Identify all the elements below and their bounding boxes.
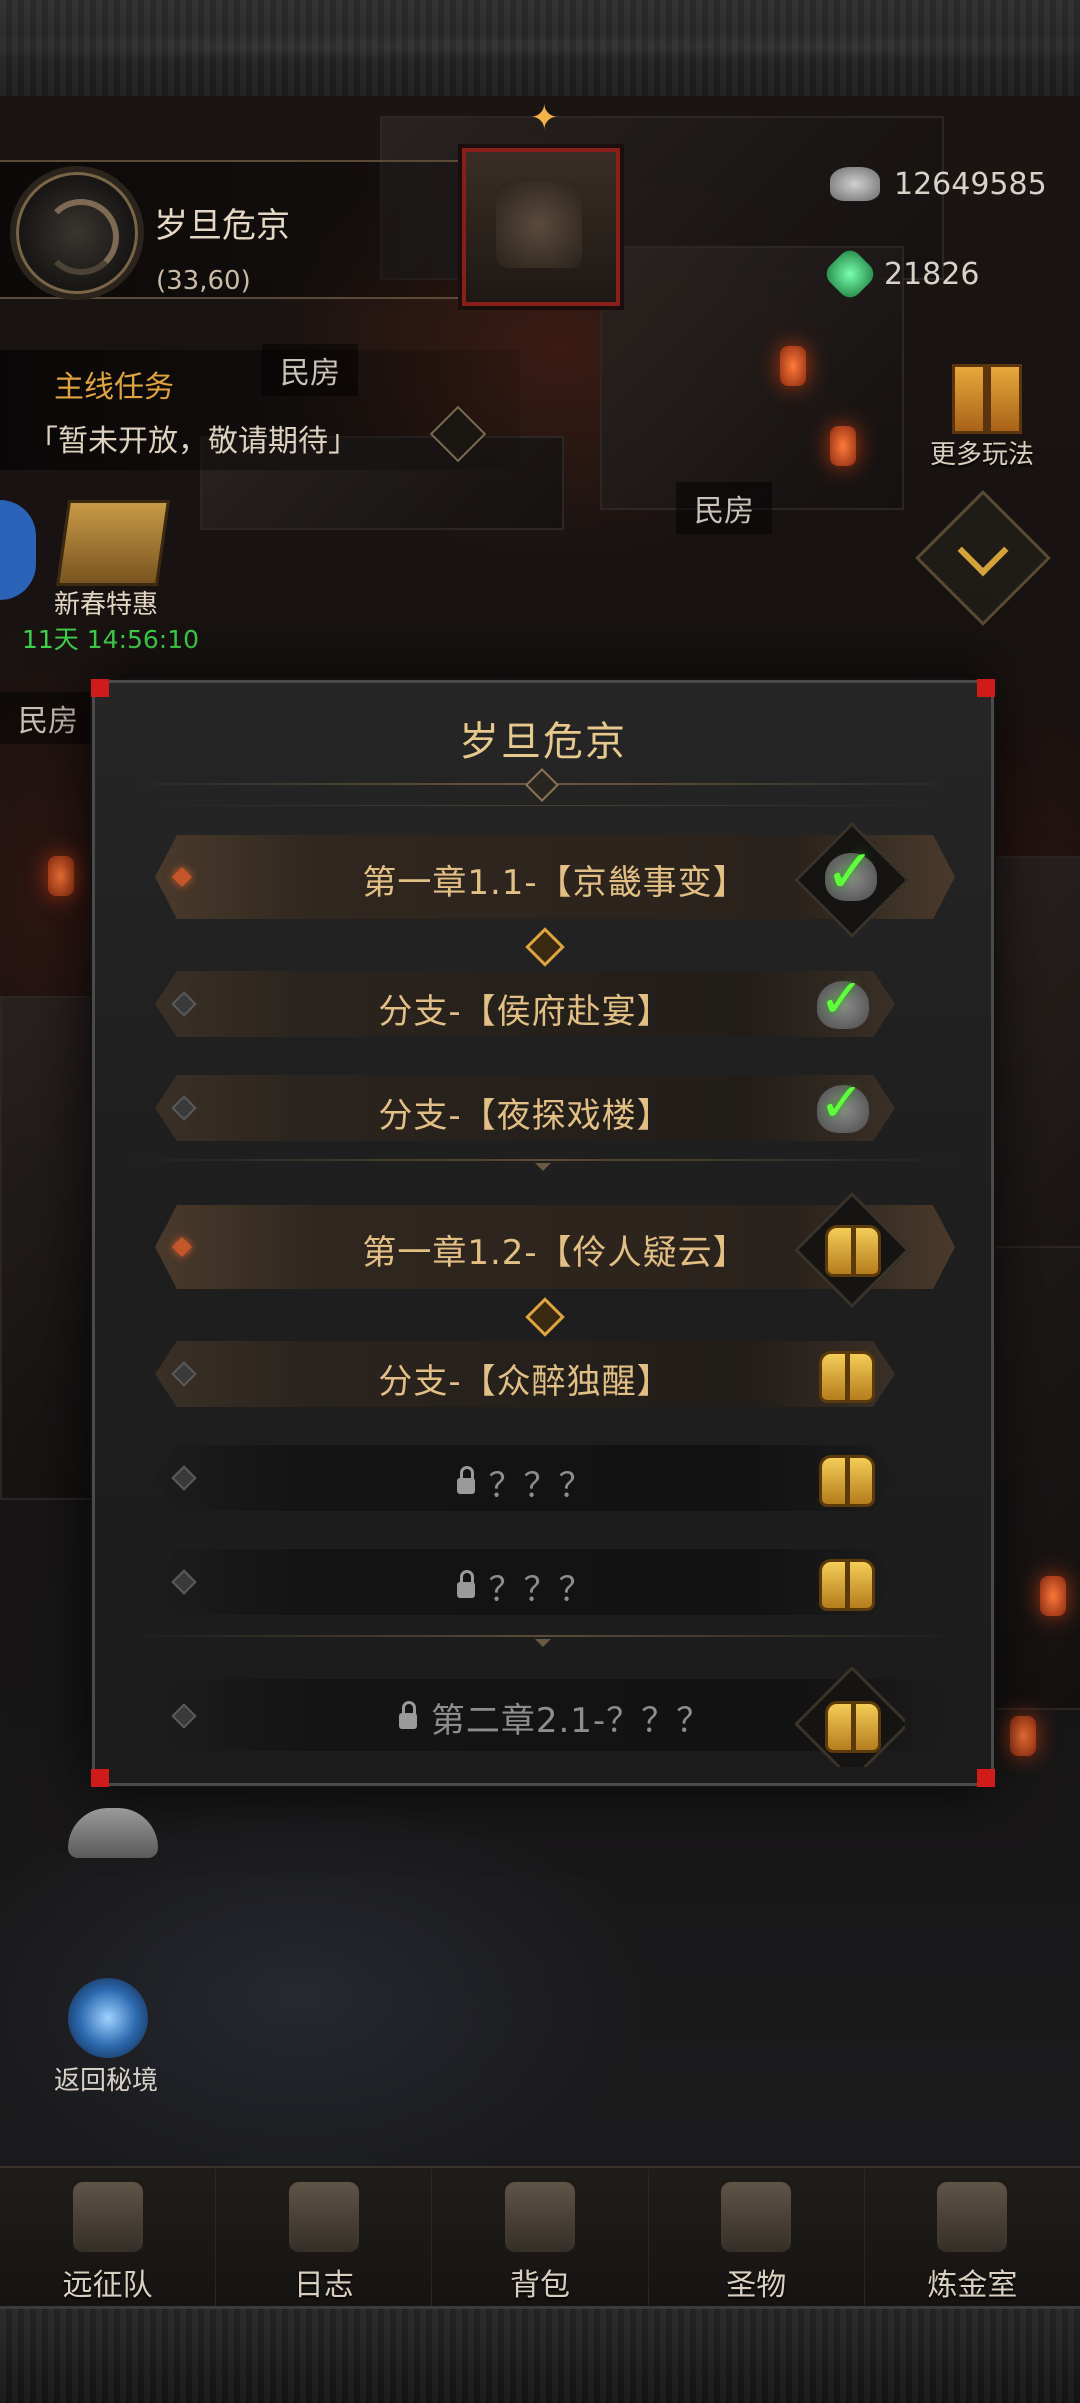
reward-chest-icon[interactable] <box>794 1192 910 1308</box>
more-gameplay-button[interactable]: 更多玩法 <box>908 358 1056 488</box>
check-icon: ✓ <box>819 967 865 1030</box>
reward-claimed-icon[interactable]: ✓ <box>803 1067 887 1151</box>
nav-backpack[interactable]: 背包 <box>432 2168 649 2308</box>
jade-amount: 21826 <box>884 256 980 292</box>
event-timer: 11天 14:56:10 <box>22 625 200 654</box>
branch-title: 分支-【侯府赴宴】 <box>378 992 672 1032</box>
reward-chest-icon[interactable] <box>805 1439 885 1519</box>
jade-gem-icon <box>821 245 879 303</box>
lock-icon <box>457 1582 475 1598</box>
silver-amount: 12649585 <box>894 166 1047 202</box>
branch-title: 分支-【众醉独醒】 <box>378 1362 672 1402</box>
branch-title: 分支-【夜探戏楼】 <box>378 1096 672 1136</box>
panel-corner <box>977 679 995 697</box>
link-gem-icon <box>525 1297 565 1337</box>
locked-entry[interactable]: ？？？ <box>155 1549 895 1615</box>
locked-entry[interactable]: ？？？ <box>155 1445 895 1511</box>
bottom-nav: 远征队 日志 背包 圣物 炼金室 <box>0 2166 1080 2308</box>
resource-jade: 21826 <box>821 245 1070 303</box>
chapter-panel: 岁旦危京 第一章1.1-【京畿事变】 ✓ 分支-【侯府赴宴】 ✓ 分支-【夜探戏… <box>91 679 995 1787</box>
nav-relics[interactable]: 圣物 <box>649 2168 865 2308</box>
branch-entry[interactable]: 分支-【侯府赴宴】 <box>155 971 895 1037</box>
nav-journal[interactable]: 日志 <box>216 2168 433 2308</box>
helmet-icon <box>72 2182 143 2252</box>
nav-label: 背包 <box>510 2268 570 2303</box>
bottom-frame <box>0 2306 1080 2403</box>
building-left <box>0 996 94 1500</box>
star-icon: ✦ <box>530 98 559 138</box>
gift-box-icon <box>952 364 1022 434</box>
nav-expedition[interactable]: 远征队 <box>0 2168 217 2308</box>
map-label-house[interactable]: 民房 <box>0 692 96 744</box>
lantern <box>48 856 74 896</box>
quest-title: 主线任务 <box>54 370 174 405</box>
lantern <box>1040 1576 1066 1616</box>
lantern <box>830 426 856 466</box>
nav-alchemy[interactable]: 炼金室 <box>865 2168 1080 2308</box>
more-gameplay-label: 更多玩法 <box>929 440 1034 470</box>
backpack-icon <box>505 2182 575 2252</box>
reward-claimed-icon[interactable]: ✓ <box>803 963 887 1047</box>
locked-title: ？？？ <box>488 1570 594 1610</box>
nav-label: 远征队 <box>62 2268 153 2303</box>
divider <box>125 1159 961 1161</box>
divider-gem-icon <box>525 768 559 802</box>
nav-label: 日志 <box>293 2268 354 2303</box>
divider <box>125 805 961 806</box>
lantern <box>1010 1716 1036 1756</box>
reward-claimed-icon[interactable]: ✓ <box>794 822 910 938</box>
branch-entry[interactable]: 分支-【众醉独醒】 <box>155 1341 895 1407</box>
quest-text: 「暂未开放，敬请期待」 <box>28 424 358 459</box>
scroll-icon <box>288 2182 359 2252</box>
alchemy-icon <box>937 2182 1008 2252</box>
nav-label: 圣物 <box>726 2268 787 2303</box>
return-realm-label[interactable]: 返回秘境 <box>54 2060 158 2097</box>
lock-icon <box>457 1478 475 1494</box>
location-emblem-icon[interactable] <box>16 172 138 294</box>
reward-chest-icon[interactable] <box>795 1667 905 1767</box>
locked-row-content: ？？？ <box>155 1458 895 1507</box>
event-name[interactable]: 新春特惠 <box>54 584 158 621</box>
map-label-house[interactable]: 民房 <box>676 482 772 534</box>
top-frame <box>0 0 1080 99</box>
locked-chapter-title: 第二章2.1-？？？ <box>430 1701 712 1741</box>
panel-corner <box>91 679 109 697</box>
hero-portrait[interactable] <box>462 148 620 306</box>
location-coords: (33,60) <box>156 266 251 296</box>
map-label-house[interactable]: 民房 <box>262 344 358 396</box>
chalice-icon <box>721 2182 792 2252</box>
branch-entry[interactable]: 分支-【夜探戏楼】 <box>155 1075 895 1141</box>
reward-chest-icon[interactable] <box>805 1543 885 1623</box>
reward-chest-icon[interactable] <box>805 1335 885 1415</box>
divider-tick <box>535 1163 551 1171</box>
panel-title: 岁旦危京 <box>459 719 627 765</box>
divider <box>125 1635 961 1637</box>
gift-crate-icon[interactable] <box>55 500 171 586</box>
lantern <box>780 346 806 386</box>
divider-tick <box>535 1639 551 1647</box>
panel-corner <box>91 1769 109 1787</box>
chevron-down-icon <box>957 525 1009 577</box>
portal-icon[interactable] <box>68 1978 148 2058</box>
location-name: 岁旦危京 <box>154 206 290 246</box>
nav-label: 炼金室 <box>927 2268 1018 2303</box>
locked-row-content: ？？？ <box>155 1562 895 1611</box>
panel-corner <box>977 1769 995 1787</box>
lock-icon <box>399 1713 417 1729</box>
check-icon: ✓ <box>825 837 876 907</box>
resource-silver: 12649585 <box>830 160 1070 208</box>
check-icon: ✓ <box>819 1071 865 1134</box>
locked-title: ？？？ <box>488 1466 594 1506</box>
link-gem-icon <box>525 927 565 967</box>
silver-ingot-icon <box>830 167 880 201</box>
